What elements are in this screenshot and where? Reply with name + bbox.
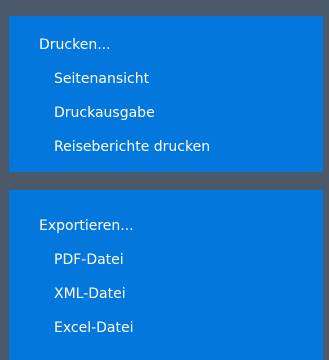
menu-item-pdf-datei[interactable]: PDF-Datei — [54, 248, 323, 272]
export-section-header[interactable]: Exportieren... — [39, 214, 323, 238]
menu-container: Drucken... Seitenansicht Druckausgabe Re… — [0, 0, 329, 360]
menu-item-seitenansicht[interactable]: Seitenansicht — [54, 67, 323, 91]
print-section-header[interactable]: Drucken... — [39, 33, 323, 57]
export-menu-panel: Exportieren... PDF-Datei XML-Datei Excel… — [9, 190, 323, 360]
print-menu-panel: Drucken... Seitenansicht Druckausgabe Re… — [9, 16, 323, 172]
section-divider — [9, 172, 323, 190]
menu-item-reiseberichte-drucken[interactable]: Reiseberichte drucken — [54, 135, 323, 159]
menu-item-druckausgabe[interactable]: Druckausgabe — [54, 101, 323, 125]
menu-item-excel-datei[interactable]: Excel-Datei — [54, 316, 323, 340]
menu-item-xml-datei[interactable]: XML-Datei — [54, 282, 323, 306]
